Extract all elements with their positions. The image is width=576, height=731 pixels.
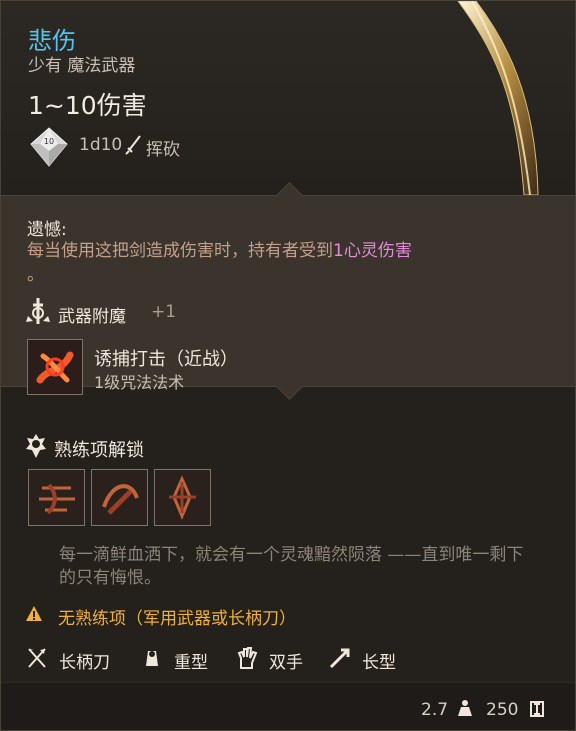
- svg-text:10: 10: [44, 137, 54, 146]
- regret-text-after: 。: [27, 265, 44, 285]
- enchant-bonus: +1: [151, 302, 177, 322]
- proficiency-title: 熟练项解锁: [54, 440, 144, 461]
- reach-icon: [329, 648, 350, 669]
- cleave-action-icon: [92, 470, 147, 525]
- pommel-strike-action-icon: [155, 470, 210, 525]
- d10-dice-icon: 10: [30, 127, 68, 167]
- attack-type: 挥砍: [146, 140, 180, 160]
- proficiency-action-2[interactable]: [91, 469, 148, 526]
- property-label: 长柄刀: [59, 653, 110, 673]
- gold-coin-icon: [530, 701, 544, 717]
- proficiency-action-3[interactable]: [154, 469, 211, 526]
- weapon-enchant-icon: [26, 298, 50, 324]
- item-subtitle: 少有 魔法武器: [28, 51, 135, 76]
- property-label: 长型: [362, 653, 396, 673]
- item-rarity: 少有: [28, 56, 62, 76]
- special-properties-panel: 遗憾: 每当使用这把剑造成伤害时，持有者受到1心灵伤害。 武器附魔 +1 诱捕打…: [1, 195, 575, 395]
- heavy-icon: [146, 651, 158, 666]
- regret-text-before: 每当使用这把剑造成伤害时，持有者受到: [27, 241, 333, 261]
- two-handed-icon: [237, 647, 258, 669]
- ensnaring-strike-icon: [28, 340, 82, 394]
- gold-value: 250: [486, 700, 519, 720]
- spell-level: 1级咒法法术: [94, 373, 185, 392]
- weight-icon: [458, 700, 472, 716]
- spell-name: 诱捕打击（近战）: [94, 349, 238, 370]
- property-label: 重型: [174, 653, 208, 673]
- property-label: 双手: [269, 653, 303, 673]
- lacerate-action-icon: [29, 470, 84, 525]
- regret-description: 每当使用这把剑造成伤害时，持有者受到1心灵伤害。: [27, 239, 537, 287]
- tooltip-header: 悲伤 少有 魔法武器 1~10伤害 10 1d10 挥砍: [1, 1, 575, 195]
- item-footer: 2.7 250: [1, 682, 575, 730]
- halberd-icon: [28, 648, 46, 668]
- flavor-text: 每一滴鲜血洒下，就会有一个灵魂黯然陨落 ——直到唯一剩下的只有悔恨。: [59, 545, 524, 588]
- weight-value: 2.7: [421, 700, 449, 720]
- regret-title: 遗憾:: [27, 220, 67, 240]
- item-type: 魔法武器: [67, 56, 136, 76]
- proficiency-action-1[interactable]: [28, 469, 85, 526]
- warning-icon: [26, 606, 42, 621]
- no-proficiency-warning: 无熟练项（军用武器或长柄刀）: [58, 609, 296, 629]
- item-tooltip: 悲伤 少有 魔法武器 1~10伤害 10 1d10 挥砍 遗憾: 每当使用这把剑…: [0, 0, 576, 731]
- ensnaring-strike-spell-icon[interactable]: [27, 339, 83, 395]
- psychic-damage-link[interactable]: 1心灵伤害: [333, 241, 412, 261]
- glaive-weapon-image: [428, 1, 539, 195]
- enchant-label: 武器附魔: [58, 307, 126, 327]
- proficiency-unlock-icon: [26, 434, 46, 458]
- damage-range: 1~10伤害: [28, 91, 147, 120]
- damage-dice: 1d10: [79, 135, 123, 155]
- sword-slash-icon: [125, 135, 141, 155]
